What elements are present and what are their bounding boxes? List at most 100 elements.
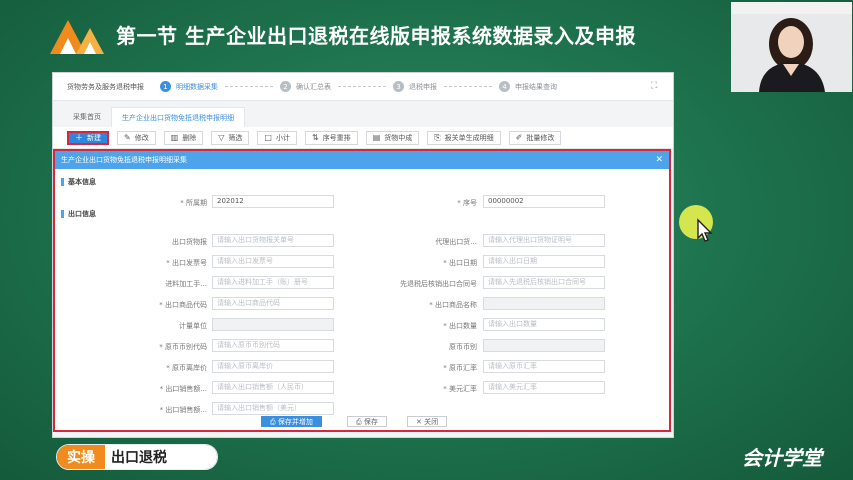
form-row: * 出口商品代码 请输入出口商品代码 * 出口商品名称	[55, 297, 669, 311]
step-bar: 货物劳务及服务退税申报 1 明细数据采集 2 确认汇总表 3 退税申报 4 申报…	[53, 73, 673, 101]
badge-tag: 实操	[57, 445, 105, 469]
sales-usd-label: * 出口销售额...	[159, 406, 207, 414]
product-code-input[interactable]: 请输入出口商品代码	[212, 297, 334, 310]
section-marker	[61, 178, 64, 186]
report-gen-button[interactable]: ⎘ 报关单生成明细	[427, 130, 501, 145]
seq-input[interactable]: 00000002	[483, 195, 605, 208]
invoice-label: * 出口发票号	[166, 259, 207, 267]
batch-edit-icon: ✐	[515, 133, 523, 142]
tab-home[interactable]: 采集首页	[63, 107, 111, 127]
currency-label: 原币币别	[449, 343, 477, 351]
section-export-title: 出口信息	[68, 210, 96, 218]
orig-rate-label: * 原币汇率	[443, 364, 477, 372]
usd-rate-input[interactable]: 请输入美元汇率	[483, 381, 605, 394]
goods-check-label: 货物中成	[384, 133, 413, 142]
section-basic: 基本信息	[55, 177, 669, 187]
step-number: 1	[160, 81, 171, 92]
sales-usd-input[interactable]: 请输入出口销售额（美元）	[212, 402, 334, 415]
step-4[interactable]: 4 申报结果查询	[499, 81, 557, 92]
edit-button-label: 修改	[134, 133, 149, 142]
delete-button[interactable]: ▥ 删除	[163, 130, 204, 145]
export-date-input[interactable]: 请输入出口日期	[483, 255, 605, 268]
unit-price-input[interactable]: 请输入原币离岸价	[212, 360, 334, 373]
reorder-icon: ⇅	[311, 133, 319, 142]
invoice-input[interactable]: 请输入出口发票号	[212, 255, 334, 268]
contract-label: 先退税后核销出口合同号	[400, 280, 477, 288]
period-input[interactable]: 202012	[212, 195, 334, 208]
seq-label: * 序号	[457, 199, 477, 207]
fullscreen-icon[interactable]: ⛶	[651, 81, 661, 91]
filter-button[interactable]: ▽ 筛选	[211, 130, 250, 145]
form-row: * 原币离岸价 请输入原币离岸价 * 原币汇率 请输入原币汇率	[55, 360, 669, 374]
badge-text: 出口退税	[105, 445, 217, 469]
new-button[interactable]: ＋ 新建	[67, 130, 109, 145]
subtotal-button-label: 小计	[275, 133, 290, 142]
processing-input[interactable]: 请输入进料加工手（账）册号	[212, 276, 334, 289]
form-row: * 原币币别代码 请输入原币币别代码 原币币别	[55, 339, 669, 353]
goods-check-button[interactable]: ▤ 货物中成	[365, 130, 420, 145]
step-label: 退税申报	[409, 82, 437, 91]
section-marker	[61, 210, 64, 218]
step-number: 4	[499, 81, 510, 92]
export-date-label: * 出口日期	[443, 259, 477, 267]
modal-title: 生产企业出口货物免抵退税申报明细采集	[61, 156, 187, 164]
step-number: 2	[280, 81, 291, 92]
filter-button-label: 筛选	[228, 133, 243, 142]
modal-header: 生产企业出口货物免抵退税申报明细采集 ✕	[55, 151, 669, 169]
topic-badge: 实操 出口退税	[56, 444, 218, 470]
detail-entry-modal: 生产企业出口货物免抵退税申报明细采集 ✕ 基本信息 * 所属期 202012 *…	[53, 149, 671, 432]
form-row: 出口货物报 请输入出口货物报关单号 代理出口货... 请输入代理出口货物证明号	[55, 234, 669, 248]
new-button-label: 新建	[87, 133, 101, 142]
step-1[interactable]: 1 明细数据采集	[160, 81, 280, 92]
step-2[interactable]: 2 确认汇总表	[280, 81, 393, 92]
reorder-button[interactable]: ⇅ 序号重排	[304, 130, 358, 145]
form-row: 计量单位 * 出口数量 请输入出口数量	[55, 318, 669, 332]
agent-cert-input[interactable]: 请输入代理出口货物证明号	[483, 234, 605, 247]
trash-icon: ▥	[170, 133, 179, 142]
qty-label: * 出口数量	[443, 322, 477, 330]
breadcrumb[interactable]: 货物劳务及服务退税申报	[67, 82, 144, 92]
unit-input[interactable]	[212, 318, 334, 331]
sales-rmb-label: * 出口销售额...	[159, 385, 207, 393]
form-row: * 出口销售额... 请输入出口销售额（美元）	[55, 402, 669, 416]
toolbar: ＋ 新建 ✎ 修改 ▥ 删除 ▽ 筛选 □ 小计 ⇅ 序号重排 ▤ 货物中成 ⎘ 报关单生成明细…	[53, 127, 673, 149]
close-x-icon: ✕	[416, 418, 425, 426]
save-add-button[interactable]: ⎙ 保存并增加	[261, 416, 322, 427]
product-name-input[interactable]	[483, 297, 605, 310]
orig-rate-input[interactable]: 请输入原币汇率	[483, 360, 605, 373]
save-add-icon: ⎙	[270, 418, 278, 426]
currency-code-input[interactable]: 请输入原币币别代码	[212, 339, 334, 352]
step-3[interactable]: 3 退税申报	[393, 81, 499, 92]
batch-edit-label: 批量修改	[526, 133, 555, 142]
close-label: 关闭	[424, 418, 439, 426]
tab-detail[interactable]: 生产企业出口货物免抵退税申报明细	[111, 107, 245, 127]
plus-icon: ＋	[75, 133, 83, 142]
sales-rmb-input[interactable]: 请输入出口销售额（人民币）	[212, 381, 334, 394]
product-code-label: * 出口商品代码	[159, 301, 207, 309]
save-button[interactable]: ⎙ 保存	[347, 416, 387, 427]
batch-edit-button[interactable]: ✐ 批量修改	[508, 130, 562, 145]
currency-input[interactable]	[483, 339, 605, 352]
course-logo-icon	[50, 20, 104, 54]
goods-cert-label: 出口货物报	[172, 238, 207, 246]
unit-price-label: * 原币离岸价	[166, 364, 207, 372]
section-basic-title: 基本信息	[68, 178, 96, 186]
slide-title: 第一节 生产企业出口退税在线版申报系统数据录入及申报	[116, 24, 636, 48]
period-label: * 所属期	[180, 199, 207, 207]
report-gen-label: 报关单生成明细	[444, 133, 494, 142]
presenter-webcam	[731, 2, 852, 92]
report-icon: ⎘	[434, 132, 441, 142]
edit-button[interactable]: ✎ 修改	[117, 130, 156, 145]
save-add-label: 保存并增加	[277, 418, 313, 426]
qty-input[interactable]: 请输入出口数量	[483, 318, 605, 331]
subtotal-button[interactable]: □ 小计	[257, 130, 297, 145]
filter-icon: ▽	[218, 133, 225, 142]
presenter-avatar-icon	[731, 2, 852, 92]
contract-input[interactable]: 请输入先退税后核销出口合同号	[483, 276, 605, 289]
close-button[interactable]: ✕ 关闭	[407, 416, 448, 427]
goods-cert-input[interactable]: 请输入出口货物报关单号	[212, 234, 334, 247]
step-number: 3	[393, 81, 404, 92]
currency-code-label: * 原币币别代码	[159, 343, 207, 351]
close-icon[interactable]: ✕	[655, 151, 663, 169]
delete-button-label: 删除	[182, 133, 197, 142]
